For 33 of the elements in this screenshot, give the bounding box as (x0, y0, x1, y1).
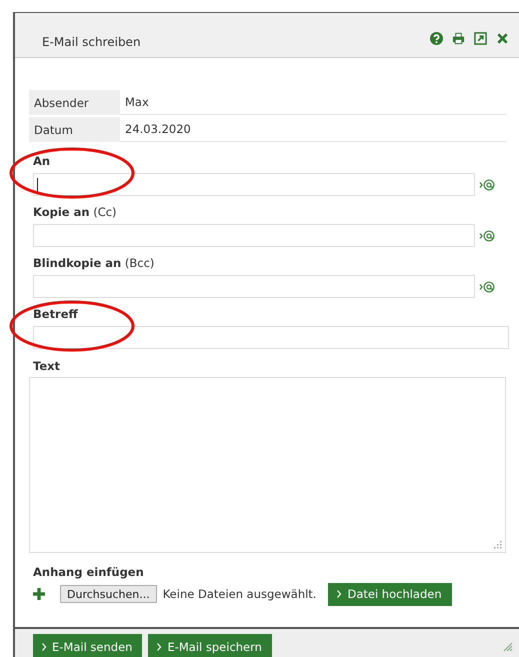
address-book-at-icon[interactable] (479, 280, 495, 292)
address-book-at-icon[interactable] (479, 178, 495, 190)
input-field[interactable] (33, 173, 475, 196)
file-status: Keine Dateien ausgewählt. (162, 587, 316, 601)
window-title: E-Mail schreiben (42, 35, 141, 49)
chevron-icon (336, 589, 342, 599)
footer-button[interactable]: E-Mail speichern (148, 634, 272, 657)
field-label: An (33, 153, 52, 169)
help-icon[interactable] (430, 32, 443, 45)
info-value: Max (120, 90, 507, 115)
chevron-icon (41, 642, 47, 652)
info-label: Absender (29, 90, 120, 115)
input-field[interactable] (33, 275, 475, 298)
field-label: Text (32, 358, 62, 374)
browse-button[interactable]: Durchsuchen... (60, 585, 157, 603)
resize-grip-icon[interactable] (494, 541, 502, 549)
field-label: Betreff (33, 306, 79, 322)
external-link-icon[interactable] (474, 32, 487, 45)
info-value: 24.03.2020 (120, 117, 507, 142)
input-field[interactable] (33, 326, 509, 349)
field-label: Blindkopie an (Bcc) (33, 255, 156, 271)
chevron-icon (156, 642, 162, 652)
print-icon[interactable] (452, 32, 465, 45)
input-field[interactable] (33, 224, 475, 247)
address-book-at-icon[interactable] (479, 230, 495, 242)
upload-button[interactable]: Datei hochladen (328, 582, 452, 606)
footer-button[interactable]: E-Mail senden (33, 634, 142, 657)
close-icon[interactable] (496, 32, 509, 45)
attachment-label: Anhang einfügen (32, 564, 145, 580)
field-label: Kopie an (Cc) (33, 204, 118, 220)
resize-grip-icon[interactable] (503, 642, 513, 652)
plus-icon[interactable] (33, 588, 45, 600)
info-label: Datum (29, 117, 120, 142)
